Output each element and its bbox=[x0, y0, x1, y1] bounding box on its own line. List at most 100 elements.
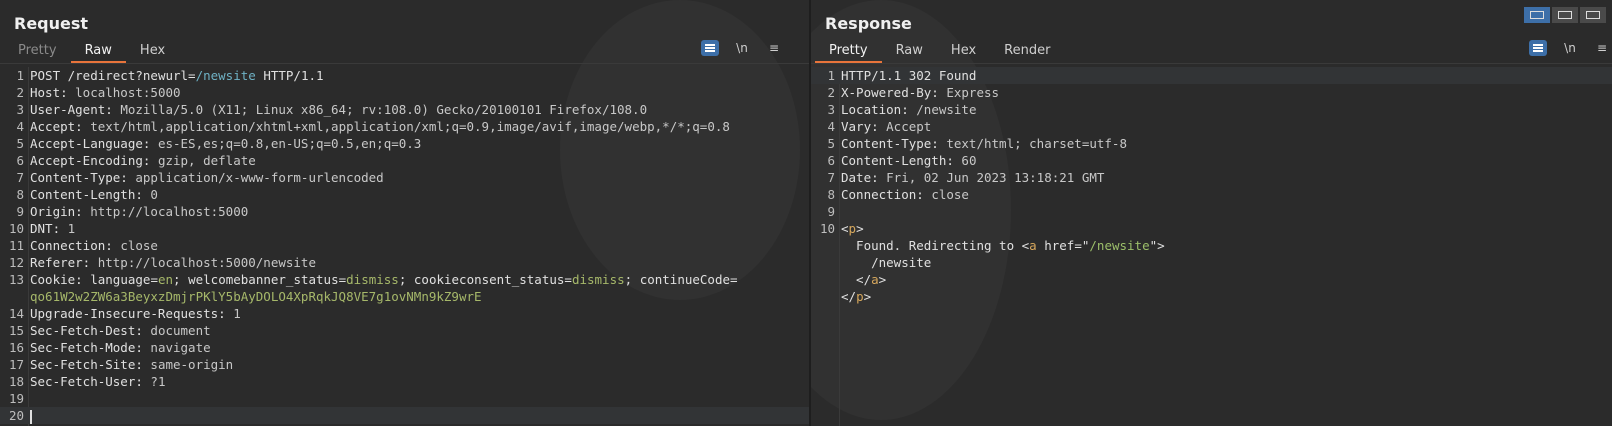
code-line[interactable]: 18 Sec-Fetch-User: ?1 bbox=[0, 373, 809, 390]
code-token: same-origin bbox=[150, 357, 234, 372]
code-token: Mozilla/5.0 (X11; Linux x86_64; rv:108.0… bbox=[120, 102, 648, 117]
code-line[interactable]: 6 Accept-Encoding: gzip, deflate bbox=[0, 152, 809, 169]
code-line[interactable]: 2 X-Powered-By: Express bbox=[811, 84, 1612, 101]
line-number: 12 bbox=[8, 255, 24, 270]
code-token: Express bbox=[946, 85, 1000, 100]
code-token: Cookie: bbox=[30, 272, 91, 287]
code-token: Fri, 02 Jun 2023 13:18:21 GMT bbox=[886, 170, 1105, 185]
code-line[interactable]: 4 Accept: text/html,application/xhtml+xml… bbox=[0, 118, 809, 135]
code-token: < bbox=[841, 221, 849, 236]
line-number: 4 bbox=[16, 119, 24, 134]
code-line[interactable]: 5 Accept-Language: es-ES,es;q=0.8,en-US;q… bbox=[0, 135, 809, 152]
code-line[interactable]: 3 User-Agent: Mozilla/5.0 (X11; Linux x86… bbox=[0, 101, 809, 118]
show-newlines-button[interactable]: \n bbox=[1561, 40, 1579, 56]
code-line[interactable]: 12 Referer: http://localhost:5000/newsite bbox=[0, 254, 809, 271]
request-tabs: Pretty Raw Hex bbox=[4, 41, 179, 63]
code-token: Date: bbox=[841, 170, 887, 185]
code-token: application/x-www-form-urlencoded bbox=[135, 170, 384, 185]
code-token: Found. Redirecting to bbox=[841, 238, 1022, 253]
code-line[interactable]: 1 HTTP/1.1 302 Found bbox=[811, 67, 1612, 84]
code-line[interactable]: 13 Cookie: language=en; welcomebanner_sta… bbox=[0, 271, 809, 288]
code-line[interactable]: 20 bbox=[0, 407, 809, 424]
side-by-side-layout-icon[interactable] bbox=[1524, 7, 1550, 23]
code-token: localhost:5000 bbox=[75, 85, 181, 100]
tab-render[interactable]: Render bbox=[990, 41, 1064, 63]
code-line[interactable]: 2 Host: localhost:5000 bbox=[0, 84, 809, 101]
tab-pretty[interactable]: Pretty bbox=[4, 41, 71, 63]
line-number: 7 bbox=[827, 170, 835, 185]
code-token: 0 bbox=[150, 187, 158, 202]
code-line[interactable]: 16 Sec-Fetch-Mode: navigate bbox=[0, 339, 809, 356]
tab-pretty[interactable]: Pretty bbox=[815, 41, 882, 63]
code-line[interactable]: 7 Content-Type: application/x-www-form-ur… bbox=[0, 169, 809, 186]
code-token: User-Agent: bbox=[30, 102, 121, 117]
code-token: POST /redirect? bbox=[30, 68, 143, 83]
code-line[interactable]: 7 Date: Fri, 02 Jun 2023 13:18:21 GMT bbox=[811, 169, 1612, 186]
menu-icon[interactable]: ≡ bbox=[765, 40, 783, 56]
response-toolbar: \n ≡ bbox=[1529, 40, 1611, 56]
tabbed-layout-icon[interactable] bbox=[1580, 7, 1606, 23]
show-newlines-button[interactable]: \n bbox=[733, 40, 751, 56]
code-token: Accept-Encoding: bbox=[30, 153, 158, 168]
code-token: dismiss bbox=[571, 272, 625, 287]
tab-hex[interactable]: Hex bbox=[126, 41, 179, 63]
code-text: Accept-Language: es-ES,es;q=0.8,en-US;q=… bbox=[30, 135, 421, 152]
code-token: Host: bbox=[30, 85, 76, 100]
code-text: Cookie: language=en; welcomebanner_statu… bbox=[30, 271, 738, 288]
stacked-layout-icon[interactable] bbox=[1552, 7, 1578, 23]
code-line[interactable]: </a> bbox=[811, 271, 1612, 288]
code-line[interactable]: 17 Sec-Fetch-Site: same-origin bbox=[0, 356, 809, 373]
code-token: close bbox=[120, 238, 158, 253]
wrap-lines-icon[interactable] bbox=[701, 40, 719, 56]
code-token: = bbox=[338, 272, 347, 287]
code-line[interactable]: 11 Connection: close bbox=[0, 237, 809, 254]
code-text: Accept: text/html,application/xhtml+xml,… bbox=[30, 118, 730, 135]
code-line[interactable]: 9 Origin: http://localhost:5000 bbox=[0, 203, 809, 220]
code-line[interactable]: /newsite bbox=[811, 254, 1612, 271]
request-editor[interactable]: 1 POST /redirect?newurl=/newsite HTTP/1.1… bbox=[0, 67, 809, 426]
code-text: /newsite bbox=[841, 254, 931, 271]
tab-raw[interactable]: Raw bbox=[882, 41, 937, 63]
code-line[interactable]: 10 DNT: 1 bbox=[0, 220, 809, 237]
code-token: text/html,application/xhtml+xml,applicat… bbox=[90, 119, 730, 134]
request-title: Request bbox=[14, 14, 89, 33]
code-token: DNT: bbox=[30, 221, 68, 236]
code-line[interactable]: 4 Vary: Accept bbox=[811, 118, 1612, 135]
code-token: Connection: bbox=[30, 238, 121, 253]
code-line[interactable]: </p> bbox=[811, 288, 1612, 305]
code-line[interactable]: 8 Content-Length: 0 bbox=[0, 186, 809, 203]
code-token: = bbox=[150, 272, 158, 287]
line-number: 1 bbox=[827, 68, 835, 83]
tab-hex[interactable]: Hex bbox=[937, 41, 990, 63]
layout-switch bbox=[1524, 7, 1606, 23]
code-token: Content-Type: bbox=[30, 170, 136, 185]
line-number: 17 bbox=[8, 357, 24, 372]
menu-icon[interactable]: ≡ bbox=[1593, 40, 1611, 56]
line-number: 6 bbox=[827, 153, 835, 168]
code-line[interactable]: Found. Redirecting to <a href="/newsite"… bbox=[811, 237, 1612, 254]
code-line[interactable]: 14 Upgrade-Insecure-Requests: 1 bbox=[0, 305, 809, 322]
code-text: User-Agent: Mozilla/5.0 (X11; Linux x86_… bbox=[30, 101, 647, 118]
response-editor[interactable]: 1 HTTP/1.1 302 Found 2 X-Powered-By: Expres… bbox=[811, 67, 1612, 426]
line-number: 5 bbox=[16, 136, 24, 151]
code-line[interactable]: 6 Content-Length: 60 bbox=[811, 152, 1612, 169]
code-text: Content-Type: text/html; charset=utf-8 bbox=[841, 135, 1127, 152]
code-token: ; bbox=[173, 272, 189, 287]
code-line[interactable]: 8 Connection: close bbox=[811, 186, 1612, 203]
code-line[interactable]: 9 bbox=[811, 203, 1612, 220]
code-text: Sec-Fetch-Mode: navigate bbox=[30, 339, 211, 356]
tab-raw[interactable]: Raw bbox=[70, 41, 126, 63]
code-token: cookieconsent_status bbox=[413, 272, 565, 287]
code-line[interactable]: 15 Sec-Fetch-Dest: document bbox=[0, 322, 809, 339]
code-line[interactable]: 10 <p> bbox=[811, 220, 1612, 237]
code-line[interactable]: 5 Content-Type: text/html; charset=utf-8 bbox=[811, 135, 1612, 152]
code-line[interactable]: 3 Location: /newsite bbox=[811, 101, 1612, 118]
code-token: close bbox=[931, 187, 969, 202]
code-line[interactable]: 1 POST /redirect?newurl=/newsite HTTP/1.1 bbox=[0, 67, 809, 84]
code-text: Connection: close bbox=[841, 186, 969, 203]
code-text: Content-Length: 60 bbox=[841, 152, 976, 169]
code-token: href bbox=[1036, 238, 1075, 253]
code-line[interactable]: qo61W2w2ZW6a3BeyxzDmjrPKlY5bAyDOLO4XpRqk… bbox=[0, 288, 809, 305]
code-line[interactable]: 19 bbox=[0, 390, 809, 407]
wrap-lines-icon[interactable] bbox=[1529, 40, 1547, 56]
